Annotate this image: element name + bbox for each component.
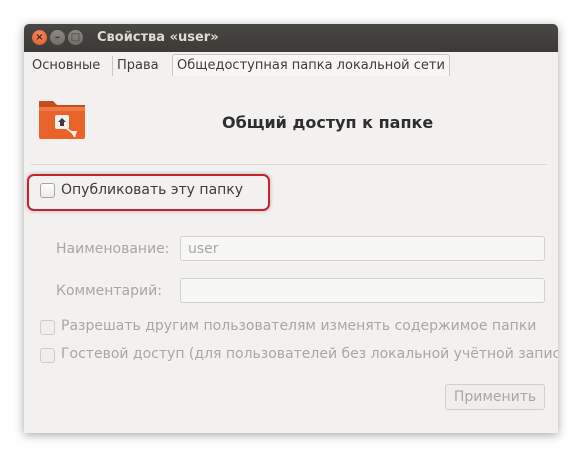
name-label: Наименование: xyxy=(56,241,170,257)
share-panel: Общий доступ к папке Опубликовать эту па… xyxy=(24,76,558,433)
separator xyxy=(31,164,547,165)
publish-checkbox[interactable] xyxy=(40,183,55,198)
folder-share-icon xyxy=(37,95,87,141)
title-bar[interactable]: × – □ Свойства «user» xyxy=(24,24,558,52)
comment-label: Комментарий: xyxy=(56,283,162,299)
publish-label[interactable]: Опубликовать эту папку xyxy=(61,182,243,198)
allow-edit-label[interactable]: Разрешать другим пользователям изменять … xyxy=(61,318,536,334)
allow-edit-checkbox[interactable] xyxy=(40,320,55,335)
guest-access-checkbox[interactable] xyxy=(40,348,55,363)
tab-permissions[interactable]: Права xyxy=(112,56,163,76)
maximize-button[interactable]: □ xyxy=(68,30,83,45)
tab-bar: Основные Права Общедоступная папка локал… xyxy=(24,54,558,106)
apply-button[interactable]: Применить xyxy=(445,384,545,410)
tab-local-network-share[interactable]: Общедоступная папка локальной сети xyxy=(172,54,450,78)
window-title: Свойства «user» xyxy=(97,30,219,45)
properties-window: × – □ Свойства «user» Основные Права Общ… xyxy=(24,24,558,433)
tab-basic[interactable]: Основные xyxy=(28,56,104,76)
minimize-button[interactable]: – xyxy=(50,30,65,45)
close-button[interactable]: × xyxy=(32,30,47,45)
name-field[interactable]: user xyxy=(180,236,545,261)
share-heading: Общий доступ к папке xyxy=(222,113,434,132)
guest-access-label[interactable]: Гостевой доступ (для пользователей без л… xyxy=(61,346,558,362)
comment-field[interactable] xyxy=(180,278,545,303)
